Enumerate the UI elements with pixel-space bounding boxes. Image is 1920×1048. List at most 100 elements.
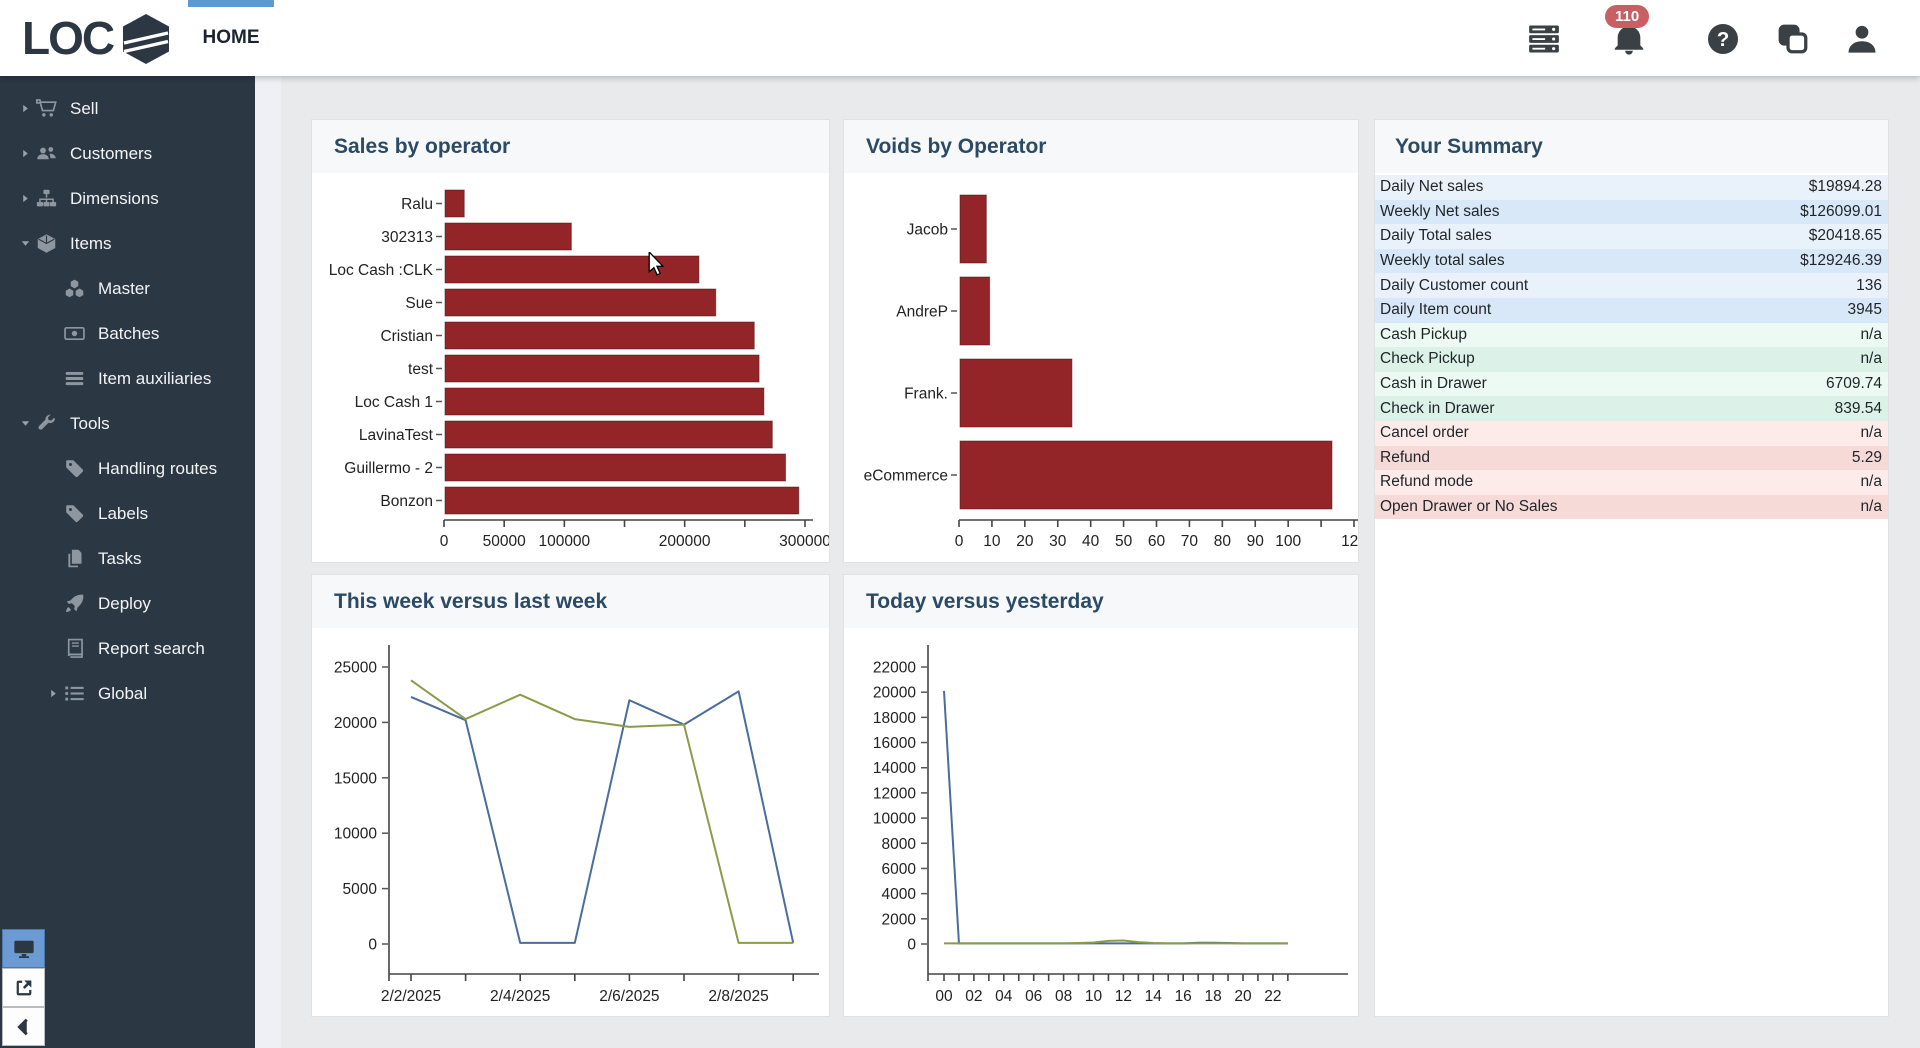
panel-header: Your Summary xyxy=(1375,120,1888,173)
sidebar-item-master[interactable]: Master xyxy=(0,266,255,311)
book-icon xyxy=(64,638,90,659)
svg-text:20000: 20000 xyxy=(873,685,916,702)
sidebar-item-customers[interactable]: Customers xyxy=(0,131,255,176)
panel-title: Sales by operator xyxy=(334,135,510,159)
summary-row-label: Daily Customer count xyxy=(1380,277,1528,295)
summary-row-weekly-total-sales: Weekly total sales$129246.39 xyxy=(1375,249,1888,274)
sidebar-item-item-auxiliaries[interactable]: Item auxiliaries xyxy=(0,356,255,401)
summary-row-value: $126099.01 xyxy=(1800,203,1882,221)
week-versus-week-chart: 05000100001500020000250002/2/20252/4/202… xyxy=(312,628,829,1018)
caret-spacer xyxy=(48,282,64,296)
svg-text:2/8/2025: 2/8/2025 xyxy=(708,988,768,1005)
caret-spacer xyxy=(48,462,64,476)
caret-right-icon[interactable] xyxy=(48,687,64,701)
sidebar-item-label: Handling routes xyxy=(98,459,217,479)
help-button[interactable]: ? xyxy=(1706,22,1740,56)
summary-row-value: n/a xyxy=(1860,498,1882,516)
svg-text:90: 90 xyxy=(1247,533,1265,550)
sidebar-item-items[interactable]: Items xyxy=(0,221,255,266)
caret-spacer xyxy=(48,642,64,656)
sitemap-icon xyxy=(36,188,62,209)
sales-bar-chart-svg: Ralu302313Loc Cash :CLKSueCristiantestLo… xyxy=(312,173,829,564)
summary-row-value: $20418.65 xyxy=(1809,227,1882,245)
your-summary-panel: Your Summary Daily Net sales $19894.28 Wee… xyxy=(1374,119,1889,1017)
sidebar-item-sell[interactable]: Sell xyxy=(0,86,255,131)
share-icon xyxy=(13,977,35,999)
svg-text:08: 08 xyxy=(1055,988,1072,1005)
voids-by-operator-chart: JacobAndrePFrank.eCommerce01020304050607… xyxy=(844,173,1358,564)
sidebar-item-label: Deploy xyxy=(98,594,151,614)
sidebar-item-global[interactable]: Global xyxy=(0,671,255,716)
sidebar-scrollbar-track[interactable] xyxy=(255,76,281,1048)
summary-row-cash-pickup: Cash Pickupn/a xyxy=(1375,323,1888,348)
svg-text:30: 30 xyxy=(1049,533,1067,550)
summary-row-value: $19894.28 xyxy=(1809,178,1882,196)
tag-icon xyxy=(64,503,90,524)
svg-text:test: test xyxy=(408,361,434,378)
notifications-button[interactable]: 110 xyxy=(1612,22,1646,56)
caret-right-icon[interactable] xyxy=(20,192,36,206)
sidebar-item-dimensions[interactable]: Dimensions xyxy=(0,176,255,221)
caret-right-icon[interactable] xyxy=(20,147,36,161)
sidebar-item-deploy[interactable]: Deploy xyxy=(0,581,255,626)
data-menu-button[interactable] xyxy=(1527,22,1561,56)
list-ul-icon xyxy=(64,683,90,704)
caret-spacer xyxy=(48,327,64,341)
voids-bar-chart-svg: JacobAndrePFrank.eCommerce01020304050607… xyxy=(844,173,1358,564)
summary-row-value: 136 xyxy=(1856,277,1882,295)
sidebar-item-tasks[interactable]: Tasks xyxy=(0,536,255,581)
money-bill-icon xyxy=(64,323,90,344)
summary-row-label: Cash Pickup xyxy=(1380,326,1467,344)
popout-button[interactable] xyxy=(2,968,45,1007)
caret-down-icon[interactable] xyxy=(20,237,36,251)
summary-table: Daily Net sales $19894.28 Weekly Net sales… xyxy=(1375,175,1888,519)
svg-text:10: 10 xyxy=(1085,988,1103,1005)
summary-row-cash-in-drawer: Cash in Drawer6709.74 xyxy=(1375,372,1888,397)
svg-text:22000: 22000 xyxy=(873,660,916,677)
svg-text:Loc Cash 1: Loc Cash 1 xyxy=(355,394,433,411)
summary-row-cancel-order: Cancel ordern/a xyxy=(1375,421,1888,446)
sidebar-item-labels[interactable]: Labels xyxy=(0,491,255,536)
summary-row-label: Weekly Net sales xyxy=(1380,203,1499,221)
cube-icon xyxy=(36,233,62,254)
today-versus-yesterday-panel: Today versus yesterday 02000400060008000… xyxy=(843,574,1359,1017)
collapse-sidebar-button[interactable] xyxy=(2,1007,45,1046)
sidebar-item-label: Tasks xyxy=(98,549,141,569)
sidebar-item-handling-routes[interactable]: Handling routes xyxy=(0,446,255,491)
svg-text:4000: 4000 xyxy=(882,886,917,903)
display-mode-button[interactable] xyxy=(2,929,45,968)
svg-text:00: 00 xyxy=(935,988,953,1005)
monitor-icon xyxy=(13,938,35,960)
svg-text:Jacob: Jacob xyxy=(907,222,948,239)
summary-row-value: 3945 xyxy=(1848,301,1882,319)
sidebar-item-label: Labels xyxy=(98,504,148,524)
summary-row-label: Daily Net sales xyxy=(1380,178,1483,196)
caret-down-icon[interactable] xyxy=(20,417,36,431)
summary-row-weekly-net-sales: Weekly Net sales $126099.01 xyxy=(1375,200,1888,225)
svg-text:100: 100 xyxy=(1275,533,1301,550)
summary-row-label: Daily Total sales xyxy=(1380,227,1492,245)
caret-spacer xyxy=(48,597,64,611)
windows-button[interactable] xyxy=(1776,22,1810,56)
sidebar-item-tools[interactable]: Tools xyxy=(0,401,255,446)
svg-text:02: 02 xyxy=(965,988,982,1005)
panel-title: Voids by Operator xyxy=(866,135,1046,159)
summary-row-check-in-drawer: Check in Drawer839.54 xyxy=(1375,396,1888,421)
sidebar-item-label: Items xyxy=(70,234,112,254)
tag-icon xyxy=(64,458,90,479)
sidebar-item-report-search[interactable]: Report search xyxy=(0,626,255,671)
svg-text:60: 60 xyxy=(1148,533,1166,550)
svg-text:10000: 10000 xyxy=(334,826,377,843)
svg-text:2000: 2000 xyxy=(882,911,917,928)
sidebar-item-batches[interactable]: Batches xyxy=(0,311,255,356)
caret-right-icon[interactable] xyxy=(20,102,36,116)
summary-row-value: 839.54 xyxy=(1835,400,1882,418)
panel-header: Sales by operator xyxy=(312,120,829,173)
sidebar-item-label: Item auxiliaries xyxy=(98,369,211,389)
cubes-icon xyxy=(64,278,90,299)
sidebar-item-label: Global xyxy=(98,684,147,704)
svg-text:2/6/2025: 2/6/2025 xyxy=(599,988,659,1005)
profile-button[interactable] xyxy=(1845,22,1879,56)
svg-text:04: 04 xyxy=(995,988,1013,1005)
tab-home[interactable]: HOME xyxy=(188,0,274,76)
